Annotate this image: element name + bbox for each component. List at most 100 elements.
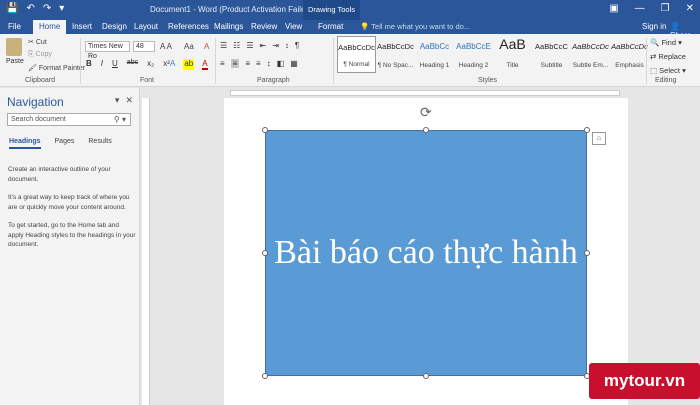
paste-icon[interactable] (6, 38, 22, 56)
align-right-icon[interactable]: ≡ (245, 59, 250, 68)
tab-design[interactable]: Design (102, 22, 127, 31)
style-subtitle[interactable]: AaBbCcC Subtitle (532, 36, 571, 73)
tab-view[interactable]: View (285, 22, 302, 31)
find-button[interactable]: 🔍 Find ▾ (650, 38, 686, 47)
grow-shrink-font-icon[interactable]: A A (160, 42, 172, 51)
search-document-input[interactable]: Search document ⚲ ▾ (7, 113, 131, 126)
pane-options-icon[interactable]: ▾ (115, 95, 120, 106)
tab-insert[interactable]: Insert (72, 22, 92, 31)
ribbon: Paste ✂ Cut ⎘ Copy 🖌 Format Painter Clip… (0, 34, 700, 87)
borders-icon[interactable]: ▦ (290, 59, 298, 68)
increase-indent-icon[interactable]: ⇥ (272, 41, 279, 50)
resize-handle[interactable] (262, 127, 268, 133)
style-heading-2[interactable]: AaBbCcE Heading 2 (454, 36, 493, 73)
redo-icon[interactable]: ↷ (43, 3, 51, 14)
bullets-icon[interactable]: ☰ (220, 41, 227, 50)
resize-handle[interactable] (584, 250, 590, 256)
line-spacing-icon[interactable]: ↕ (267, 59, 271, 68)
vertical-ruler[interactable] (142, 98, 150, 405)
font-size-select[interactable]: 48 (133, 41, 155, 52)
multilevel-list-icon[interactable]: ☰ (246, 41, 253, 50)
font-family-select[interactable]: Times New Ro (85, 41, 130, 60)
style-normal[interactable]: AaBbCcDc ¶ Normal (337, 36, 376, 73)
find-label: Find (661, 38, 677, 47)
tab-pages[interactable]: Pages (55, 138, 75, 149)
format-painter-button[interactable]: 🖌 Format Painter (28, 64, 85, 72)
divider (333, 38, 334, 84)
style-emphasis[interactable]: AaBbCcDc Emphasis (610, 36, 649, 73)
styles-gallery: AaBbCcDc ¶ Normal AaBbCcDc ¶ No Spac... Aa… (337, 36, 649, 73)
style-name: Heading 2 (458, 62, 489, 69)
numbering-icon[interactable]: ☷ (233, 41, 240, 50)
minimize-icon[interactable]: — (635, 3, 645, 14)
resize-handle[interactable] (262, 373, 268, 379)
tell-me-box[interactable]: 💡 Tell me what you want to do... (360, 22, 470, 31)
show-marks-icon[interactable]: ¶ (295, 41, 299, 50)
text-effects-icon[interactable]: A (170, 59, 175, 70)
search-icon[interactable]: ⚲ ▾ (114, 114, 126, 126)
font-format-row: B I U abc x₂ x² (86, 59, 170, 68)
resize-handle[interactable] (584, 127, 590, 133)
rotate-handle-icon[interactable]: ⟳ (420, 104, 432, 121)
sort-icon[interactable]: ↕ (285, 41, 289, 50)
select-button[interactable]: ⬚ Select ▾ (650, 66, 686, 75)
document-title: Document1 - Word (Product Activation Fai… (150, 5, 313, 14)
style-name: Subtle Em... (572, 62, 609, 69)
superscript-button[interactable]: x² (163, 59, 170, 68)
resize-handle[interactable] (423, 127, 429, 133)
resize-handle[interactable] (423, 373, 429, 379)
close-pane-icon[interactable]: ✕ (125, 95, 133, 106)
layout-options-icon[interactable]: ⌂ (592, 132, 606, 145)
tab-home[interactable]: Home (33, 20, 67, 34)
horizontal-ruler[interactable] (150, 88, 700, 98)
vertical-scrollbar[interactable] (684, 98, 700, 405)
align-center-icon[interactable]: ≡ (230, 59, 240, 68)
align-left-icon[interactable]: ≡ (220, 59, 225, 68)
italic-button[interactable]: I (101, 59, 103, 68)
subscript-button[interactable]: x₂ (147, 59, 154, 68)
style-sample: AaBbCcDc (611, 42, 648, 51)
font-group-label: Font (140, 77, 155, 84)
customize-qat-icon[interactable]: ▾ (59, 3, 64, 14)
style-name: Subtitle (540, 62, 563, 69)
tab-references[interactable]: References (168, 22, 209, 31)
styles-group-label: Styles (478, 77, 498, 84)
resize-handle[interactable] (262, 250, 268, 256)
cut-button[interactable]: ✂ Cut (28, 38, 47, 46)
bold-button[interactable]: B (86, 59, 92, 68)
decrease-indent-icon[interactable]: ⇤ (260, 41, 267, 50)
shading-icon[interactable]: ◧ (277, 59, 285, 68)
change-case-icon[interactable]: Aa (184, 42, 194, 51)
style-sample: AaBbCcE (456, 42, 491, 51)
clear-formatting-icon[interactable]: A (204, 42, 209, 51)
strikethrough-button[interactable]: abc (127, 59, 138, 68)
tab-format[interactable]: Format (318, 22, 343, 31)
underline-button[interactable]: U (112, 59, 118, 68)
copy-button[interactable]: ⎘ Copy (28, 51, 52, 59)
tab-layout[interactable]: Layout (134, 22, 158, 31)
tab-results[interactable]: Results (88, 138, 111, 149)
style-subtle-emphasis[interactable]: AaBbCcDc Subtle Em... (571, 36, 610, 73)
tab-mailings[interactable]: Mailings (214, 22, 243, 31)
style-no-spacing[interactable]: AaBbCcDc ¶ No Spac... (376, 36, 415, 73)
rectangle-shape[interactable]: Bài báo cáo thực hành (265, 130, 587, 376)
ribbon-tabs: File Home Insert Design Layout Reference… (0, 20, 700, 40)
tab-headings[interactable]: Headings (9, 138, 41, 149)
sign-in-link[interactable]: Sign in (642, 22, 666, 31)
style-sample: AaBbCc (419, 42, 450, 51)
highlight-icon[interactable]: ab (183, 59, 195, 70)
restore-icon[interactable]: ❐ (661, 3, 670, 14)
ribbon-display-options-icon[interactable]: ▣ (609, 3, 618, 14)
justify-icon[interactable]: ≡ (256, 59, 261, 68)
tab-review[interactable]: Review (251, 22, 277, 31)
paste-button-label[interactable]: Paste (6, 58, 24, 65)
shape-text[interactable]: Bài báo cáo thực hành (274, 234, 578, 272)
style-heading-1[interactable]: AaBbCc Heading 1 (415, 36, 454, 73)
tab-file[interactable]: File (8, 22, 21, 31)
replace-button[interactable]: ⇄ Replace (650, 52, 686, 61)
style-title[interactable]: AaB Title (493, 36, 532, 73)
undo-icon[interactable]: ↶ (26, 3, 34, 14)
font-color-icon[interactable]: A (202, 59, 208, 70)
close-icon[interactable]: ✕ (686, 3, 694, 14)
save-icon[interactable]: 💾 (6, 3, 18, 14)
